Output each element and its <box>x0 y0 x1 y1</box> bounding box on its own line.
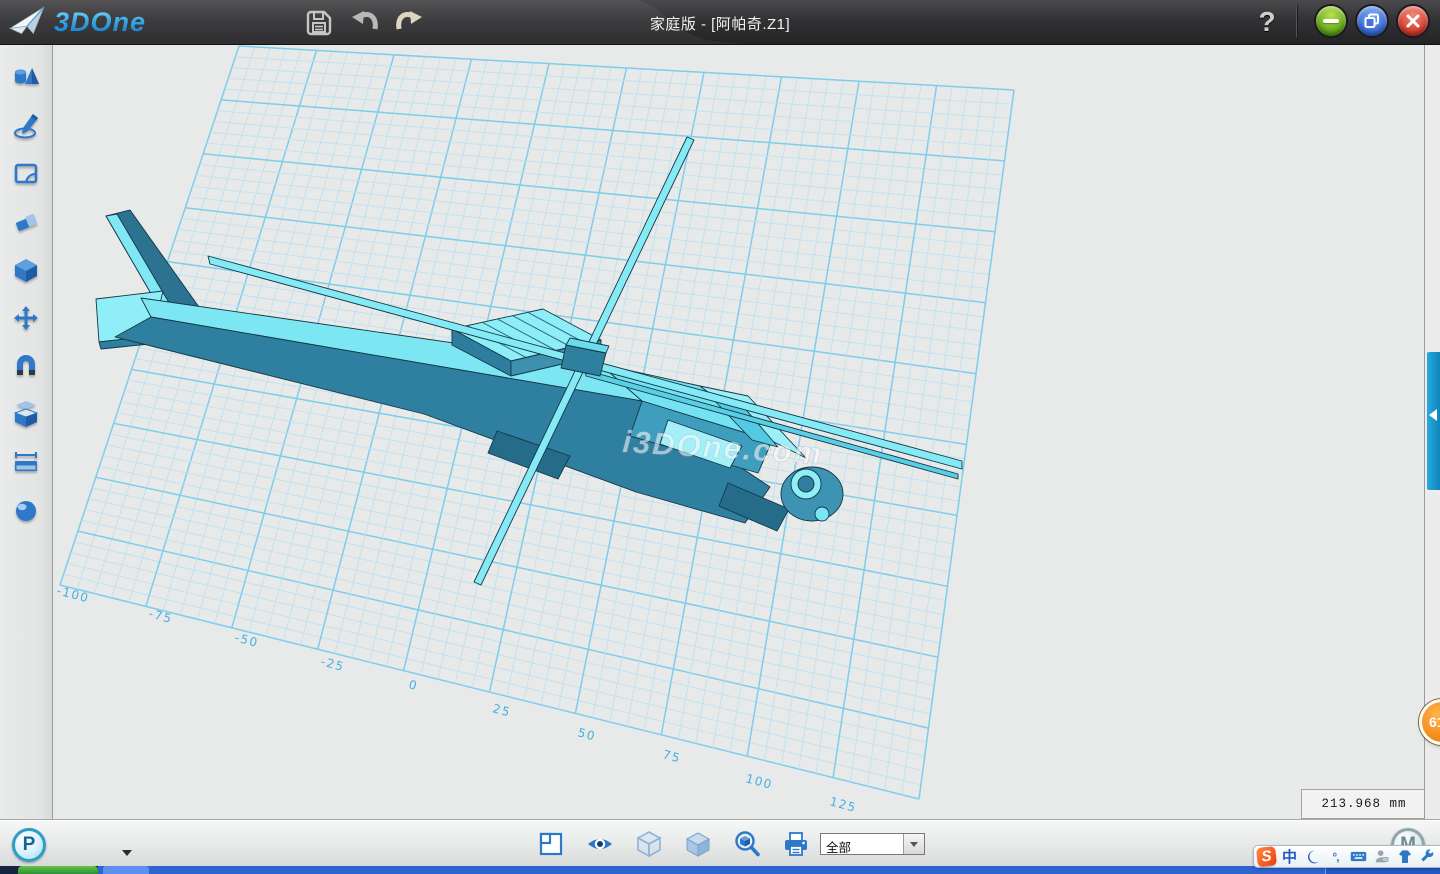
quick-menu-caret[interactable] <box>122 850 132 856</box>
view-toolbar: 全部 <box>0 819 1440 867</box>
grid-label: 75 <box>661 747 682 765</box>
grid-label: -100 <box>55 583 91 605</box>
view-layout-button[interactable] <box>536 829 566 859</box>
save-button[interactable] <box>303 7 335 39</box>
grid-label: 25 <box>491 701 512 719</box>
sidebar-item-sketch[interactable] <box>0 102 52 150</box>
chevron-down-icon <box>910 842 918 847</box>
grid-label: -25 <box>319 654 346 674</box>
sidebar-item-move[interactable] <box>0 294 52 342</box>
ime-toolbar: S 中 °, <box>1253 845 1440 868</box>
close-button[interactable] <box>1398 6 1428 36</box>
wireframe-view-button[interactable] <box>634 829 664 859</box>
grid-label: 0 <box>407 677 419 693</box>
ime-skin-tshirt-icon[interactable] <box>1395 847 1414 866</box>
sidebar-item-sketch-plane[interactable] <box>0 150 52 198</box>
viewport-canvas[interactable]: -100 -75 -50 -25 0 25 50 75 100 125 <box>0 0 1440 874</box>
minimize-button[interactable] <box>1316 6 1346 36</box>
nose-turret-core <box>798 476 814 492</box>
zoom-button[interactable] <box>732 829 762 859</box>
window-title: 家庭版 - [阿帕奇.Z1] <box>400 13 1040 34</box>
visibility-eye-button[interactable] <box>585 829 615 859</box>
sidebar-item-assembly-magnet[interactable] <box>0 342 52 390</box>
quick-menu-badge-left[interactable]: P <box>12 828 46 862</box>
sketch-pen-icon <box>12 112 40 140</box>
title-bar: 3DOne 家庭版 - [阿帕奇.Z1] ? <box>0 0 1440 45</box>
taskbar-app-edge[interactable] <box>103 866 149 874</box>
app-name: 3DOne <box>54 7 146 38</box>
grid-label: 125 <box>828 794 858 815</box>
chevron-left-icon <box>1429 409 1437 421</box>
sidebar-item-special-feature[interactable] <box>0 390 52 438</box>
box-with-lid-icon <box>12 400 40 428</box>
move-arrows-icon <box>12 304 40 332</box>
material-sphere-icon <box>12 496 40 524</box>
display-filter-select[interactable]: 全部 <box>820 833 925 855</box>
tool-sidebar <box>0 44 53 819</box>
ime-settings-wrench-icon[interactable] <box>1418 847 1437 866</box>
restore-icon <box>1364 13 1380 29</box>
dropdown-arrow-button[interactable] <box>903 834 924 854</box>
magnet-icon <box>12 352 40 380</box>
notification-count: 61 <box>1429 714 1440 730</box>
dimension-readout: 213.968 mm <box>1301 789 1427 819</box>
ime-fullhalf-moon-icon[interactable] <box>1303 847 1322 866</box>
taskbar-strip <box>98 866 1440 874</box>
grid-label: 50 <box>576 725 597 743</box>
sidebar-item-feature-modeling[interactable] <box>0 246 52 294</box>
display-filter-value: 全部 <box>821 834 903 854</box>
ime-language-toggle[interactable]: 中 <box>1280 847 1299 866</box>
sidebar-item-sketch-edit-eraser[interactable] <box>0 198 52 246</box>
grid-label: 100 <box>744 771 774 792</box>
ime-punctuation-toggle[interactable]: °, <box>1326 847 1345 866</box>
sidebar-item-measure[interactable] <box>0 438 52 486</box>
primitive-solids-icon <box>12 64 40 92</box>
measure-icon <box>12 448 40 476</box>
ime-brand-logo[interactable]: S <box>1256 846 1277 867</box>
feature-cube-icon <box>12 256 40 284</box>
os-taskbar-edge[interactable] <box>0 866 1440 874</box>
collapsed-panel-tab[interactable] <box>1427 352 1440 490</box>
sketch-plane-icon <box>12 160 40 188</box>
restore-button[interactable] <box>1357 6 1387 36</box>
paper-plane-icon <box>8 5 48 39</box>
close-icon <box>1405 13 1421 29</box>
sidebar-item-primitive-solids[interactable] <box>0 54 52 102</box>
nose-sensor <box>815 507 829 521</box>
help-button[interactable]: ? <box>1252 2 1282 40</box>
eraser-icon <box>12 208 40 236</box>
ime-keyboard-icon[interactable] <box>1349 847 1368 866</box>
ime-profile-icon[interactable] <box>1372 847 1391 866</box>
print-button[interactable] <box>781 829 811 859</box>
app-logo: 3DOne <box>8 5 146 39</box>
sidebar-item-material-render[interactable] <box>0 486 52 534</box>
start-button-edge[interactable] <box>18 866 98 874</box>
grid-label: -75 <box>147 606 174 626</box>
shaded-view-button[interactable] <box>683 829 713 859</box>
undo-button[interactable] <box>350 7 382 39</box>
titlebar-divider <box>1296 6 1297 37</box>
